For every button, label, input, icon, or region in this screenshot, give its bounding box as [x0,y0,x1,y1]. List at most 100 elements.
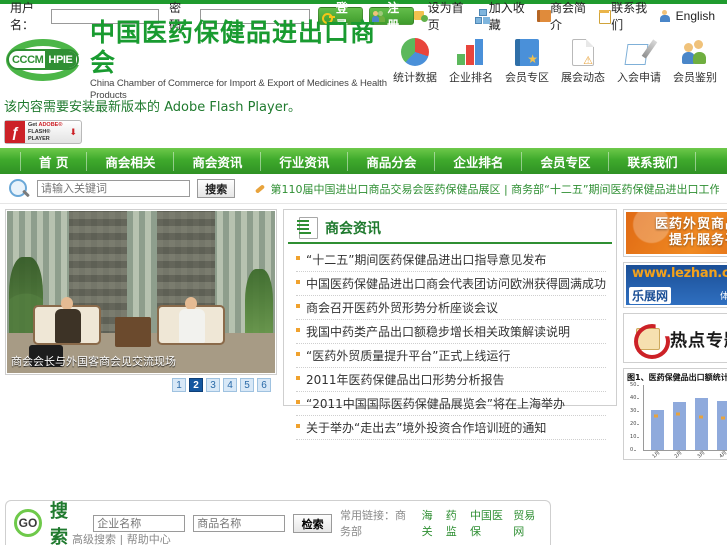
site-title-cn: 中国医药保健品进出口商会 [90,18,377,77]
site-logo[interactable]: CCCM HPIE 中国医药保健品进出口商会 China Chamber of … [4,18,393,102]
chart-ytick-4: 40 [630,395,640,401]
carousel-page-1[interactable]: 1 [172,378,186,392]
bottom-search-button[interactable]: 检索 [293,513,332,533]
bottom-link-3[interactable]: 贸易网 [513,507,542,539]
bottom-link-0[interactable]: 海关 [422,507,441,539]
banner-quality-line1: 医药外贸商品质量 [655,217,727,232]
quick-link-join-application[interactable]: 入会申请 [617,35,661,85]
carousel-page-2[interactable]: 2 [189,378,203,392]
list-item[interactable]: 商会召开医药外贸形势分析座谈会议 [296,296,607,320]
top-nav-item-english[interactable]: English [659,9,715,23]
carousel-pager: 1 2 3 4 5 6 [5,375,277,396]
photo-card[interactable]: 商会会长与外国客商会见交流现场 [5,209,277,375]
quick-link-member-verify[interactable]: 会员鉴别 [673,35,717,85]
list-item[interactable]: “2011中国国际医药保健品展览会”将在上海举办 [296,392,607,416]
bar-chart-icon [449,35,493,69]
list-item[interactable]: “十二五”期间医药保健品进出口指导意见发布 [296,248,607,272]
search-button[interactable]: 搜索 [197,179,236,198]
product-name-input[interactable] [193,514,286,532]
pill-icon [254,182,267,195]
banner-lezhan-sub: 体验全新参展过程 [720,292,727,302]
banner-quality-line2: 提升服务平台 [669,233,727,248]
carousel-page-3[interactable]: 3 [206,378,220,392]
chart-line-point-1 [676,412,681,416]
main-nav-item-contact[interactable]: 联系我们 [609,151,697,171]
bottom-links-label: 常用链接：商务部 [339,509,406,538]
magnifier-icon [8,178,30,200]
company-name-input[interactable] [93,514,186,532]
main-nav-item-rankings[interactable]: 企业排名 [435,151,523,171]
cccmhpie-logo-icon: CCCM HPIE [4,37,84,83]
chart-ytick-1: 10 [630,434,640,440]
banner-quality-platform[interactable]: 医药外贸商品质量 提升服务平台 [623,209,727,257]
site-title-block: 中国医药保健品进出口商会 China Chamber of Commerce f… [90,18,393,102]
quick-link-label-0: 统计数据 [393,71,437,84]
bottom-link-1[interactable]: 药监 [446,507,465,539]
quick-link-member-zone[interactable]: 会员专区 [505,35,549,85]
site-title-en: China Chamber of Commerce for Import & E… [90,78,387,101]
news-ticker-text: 第110届中国进出口商品交易会医药保健品展区 | 商务部“十二五”期间医药保健品… [270,182,719,196]
banner-hot-topics[interactable]: 热点专题 [623,313,727,363]
get-flash-player-button[interactable]: ƒ Get ADOBE® FLASH® PLAYER ⬇ [4,120,82,144]
photo-carousel: 商会会长与外国客商会见交流现场 1 2 3 4 5 6 [5,209,277,460]
main-nav-item-chamber-related[interactable]: 商会相关 [87,151,175,171]
list-item[interactable]: 2011年医药保健品出口形势分析报告 [296,368,607,392]
site-header: CCCM HPIE 中国医药保健品进出口商会 China Chamber of … [0,18,727,101]
news-header: 商会资讯 [288,210,613,244]
quick-link-statistics[interactable]: 统计数据 [393,35,437,85]
main-nav-item-industry-news[interactable]: 行业资讯 [261,151,349,171]
banner-lezhan-url: www.lezhan.com.cn [632,266,727,281]
sidebar: 医药外贸商品质量 提升服务平台 www.lezhan.com.cn 乐展网 体验… [623,209,727,460]
search-input[interactable] [37,180,190,197]
news-column: 商会资讯 “十二五”期间医药保健品进出口指导意见发布 中国医药保健品进出口商会代… [283,209,618,460]
news-icon [296,216,319,239]
main-nav-item-chamber-news[interactable]: 商会资讯 [174,151,262,171]
chart-ytick-2: 20 [630,421,640,427]
main-nav: 首 页 商会相关 商会资讯 行业资讯 商品分会 企业排名 会员专区 联系我们 [0,148,727,174]
document-warning-icon [561,35,605,69]
logo-badge-right: HPIE [45,51,77,68]
news-ticker[interactable]: 第110届中国进出口商品交易会医药保健品展区 | 商务部“十二五”期间医药保健品… [254,181,719,197]
banner-lezhan-logo: 乐展网 [629,287,672,304]
logo-badge-left: CCCM [12,53,44,66]
carousel-page-6[interactable]: 6 [257,378,271,392]
photo-caption: 商会会长与外国客商会见交流现场 [11,355,176,368]
flash-logo-icon: ƒ [5,121,25,143]
quick-link-rankings[interactable]: 企业排名 [449,35,493,85]
flash-btn-brand: ADOBE® [38,121,63,128]
add-favorite-icon [413,9,428,23]
pie-chart-icon [393,35,437,69]
clipboard-icon [597,9,612,24]
members-icon [673,35,717,69]
carousel-page-4[interactable]: 4 [223,378,237,392]
main-nav-item-home[interactable]: 首 页 [20,151,88,171]
list-item[interactable]: 我国中药类产品出口额稳步增长相关政策解读说明 [296,320,607,344]
list-item[interactable]: 中国医药保健品进出口商会代表团访问欧洲获得圆满成功 [296,272,607,296]
chart-xtick-2: 3月 [696,449,707,460]
bottom-link-2[interactable]: 中国医保 [470,507,508,539]
main-nav-item-member-zone[interactable]: 会员专区 [522,151,610,171]
bottom-search-sublabel: 高级搜索 | 帮助中心 [72,533,171,545]
list-item[interactable]: “医药外贸质量提升平台”正式上线运行 [296,344,607,368]
logo-badge: CCCM HPIE [7,49,79,70]
export-statistics-chart: 图1、医药保健品出口额统计图(单位：亿美元) 0 10 20 30 40 50 … [623,368,727,460]
top-nav-label-4: English [675,9,716,23]
chart-bar-3 [717,400,727,450]
news-card: 商会资讯 “十二五”期间医药保健品进出口指导意见发布 中国医药保健品进出口商会代… [283,209,618,440]
bottom-search-panel: GO 搜索 检索 常用链接：商务部 海关 药监 中国医保 贸易网 高级搜索 | … [5,500,551,545]
download-arrow-icon: ⬇ [69,126,77,137]
quick-link-expo-news[interactable]: 展会动态 [561,35,605,85]
carousel-photo[interactable]: 商会会长与外国客商会见交流现场 [7,211,275,373]
quick-link-label-3: 展会动态 [561,71,605,84]
list-item[interactable]: 关于举办“走出去”境外投资合作培训班的通知 [296,416,607,440]
banner-lezhan[interactable]: www.lezhan.com.cn 乐展网 体验全新参展过程 [623,262,727,308]
photo-table [115,317,151,347]
news-title: 商会资讯 [325,220,381,237]
carousel-page-5[interactable]: 5 [240,378,254,392]
quick-link-label-4: 入会申请 [617,71,661,84]
main-content: 商会会长与外国客商会见交流现场 1 2 3 4 5 6 商会资讯 “十二五”期间… [0,204,727,460]
chart-xtick-1: 2月 [673,449,684,460]
search-strip: 搜索 第110届中国进出口商品交易会医药保健品展区 | 商务部“十二五”期间医药… [0,174,727,204]
flash-button-text: Get ADOBE® FLASH® PLAYER [25,122,69,143]
main-nav-item-product-branches[interactable]: 商品分会 [348,151,436,171]
